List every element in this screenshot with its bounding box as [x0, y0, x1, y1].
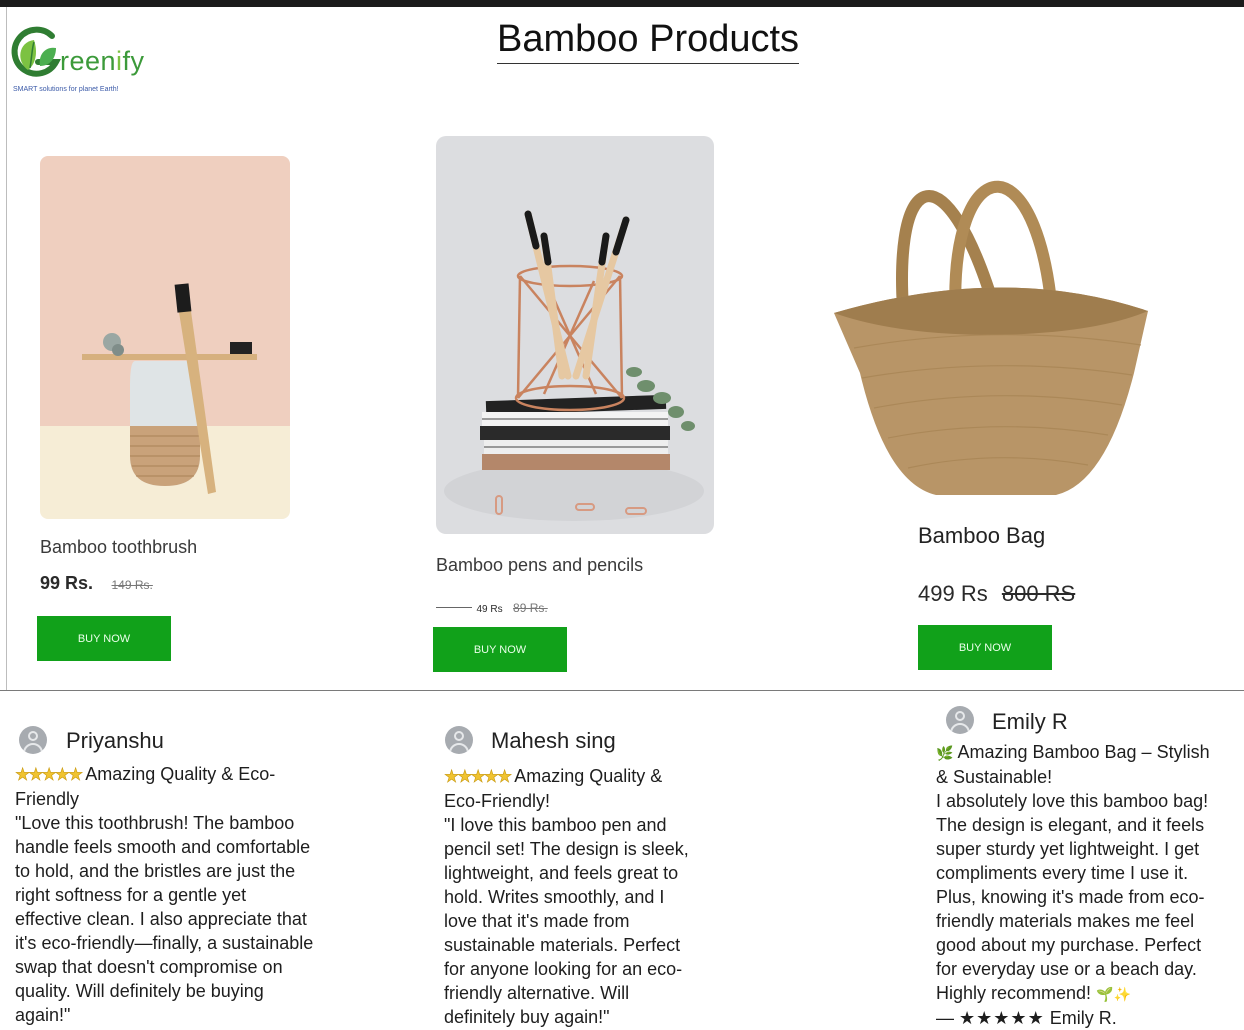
brand-tagline: SMART solutions for planet Earth!: [13, 86, 119, 93]
product-image-bag[interactable]: [796, 123, 1216, 521]
sprout-emoji-icon: 🌱✨: [1096, 986, 1131, 1002]
brand-wordmark: reenify: [60, 46, 145, 76]
current-price: 99 Rs.: [40, 573, 94, 593]
reviewer-name: Emily R: [992, 709, 1068, 734]
review-text: ★★★★★ Amazing Quality & Eco-Friendly "Lo…: [15, 762, 315, 1027]
buy-now-button[interactable]: BUY NOW: [37, 616, 171, 661]
review-body: "I love this bamboo pen and pencil set! …: [444, 815, 689, 1027]
leaf-logo-icon: [11, 26, 62, 77]
top-bar: [0, 0, 1244, 7]
review-body: I absolutely love this bamboo bag! The d…: [936, 791, 1209, 1003]
product-name[interactable]: Bamboo Bag: [918, 523, 1045, 549]
left-border: [6, 7, 7, 690]
old-price: 149 Rs.: [111, 578, 153, 592]
star-rating-icon: ★★★★★: [444, 767, 513, 787]
product-name[interactable]: Bamboo toothbrush: [40, 537, 197, 558]
reviewer-name: Priyanshu: [66, 728, 164, 753]
star-rating-icon: ★★★★★: [15, 765, 84, 785]
review-text: ★★★★★ Amazing Quality & Eco-Friendly! "I…: [444, 764, 696, 1029]
user-avatar-icon: [445, 726, 473, 754]
buy-now-button[interactable]: BUY NOW: [918, 625, 1052, 670]
toothbrush-image: [40, 156, 290, 519]
page-title: Bamboo Products: [497, 18, 800, 64]
price-underline: [436, 607, 472, 609]
current-price: 49 Rs: [476, 604, 503, 615]
review-body: "Love this toothbrush! The bamboo handle…: [15, 813, 314, 1025]
product-name[interactable]: Bamboo pens and pencils: [436, 555, 643, 576]
product-image-toothbrush[interactable]: [40, 156, 290, 519]
product-image-pens[interactable]: [436, 136, 714, 534]
leaf-emoji-icon: 🌿: [936, 745, 954, 761]
signature-stars-icon: ★★★★★: [959, 1008, 1045, 1028]
review-headline: Amazing Bamboo Bag – Stylish & Sustainab…: [936, 742, 1210, 787]
greenify-logo[interactable]: reenify SMART solutions for planet Earth…: [8, 22, 158, 102]
product-price: 99 Rs. 149 Rs.: [40, 573, 153, 594]
old-price: 800 RS: [1001, 581, 1076, 606]
user-avatar-icon: [19, 726, 47, 754]
review-text: 🌿 Amazing Bamboo Bag – Stylish & Sustain…: [936, 740, 1222, 1030]
reviewer-name: Mahesh sing: [491, 728, 616, 753]
buy-now-button[interactable]: BUY NOW: [433, 627, 567, 672]
old-price: 89 Rs.: [513, 601, 548, 615]
current-price: 499 Rs: [918, 581, 988, 606]
review-signature: — ★★★★★ Emily R.: [936, 1008, 1117, 1028]
section-divider: [0, 690, 1244, 691]
product-price: 499 Rs 800 RS: [918, 581, 1075, 607]
bag-image: [796, 123, 1216, 521]
user-avatar-icon: [946, 706, 974, 734]
product-price: 49 Rs 89 Rs.: [436, 599, 548, 617]
pens-image: [436, 136, 714, 534]
